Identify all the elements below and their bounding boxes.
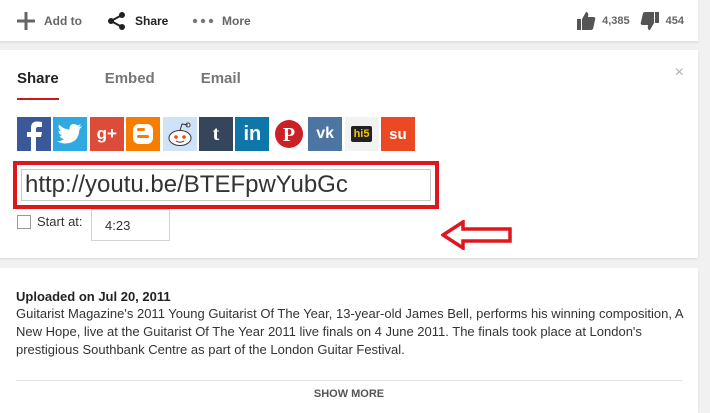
linkedin-icon[interactable]: in bbox=[235, 117, 270, 151]
vk-icon[interactable]: vk bbox=[308, 117, 343, 151]
share-url-input[interactable]: http://youtu.be/BTEFpwYubGc bbox=[21, 169, 431, 201]
thumbs-up-icon bbox=[577, 12, 596, 30]
facebook-icon[interactable] bbox=[17, 117, 51, 151]
description-text: Guitarist Magazine's 2011 Young Guitaris… bbox=[16, 306, 683, 357]
twitter-icon[interactable] bbox=[53, 117, 88, 151]
google-plus-icon[interactable]: g+ bbox=[89, 117, 124, 151]
blogger-icon[interactable] bbox=[126, 117, 161, 151]
social-share-icons: g+ t in P vk hi5 su bbox=[17, 117, 417, 151]
plus-icon bbox=[17, 12, 35, 30]
show-more-button[interactable]: SHOW MORE bbox=[0, 388, 698, 400]
start-at-label: Start at: bbox=[37, 214, 83, 229]
more-label: More bbox=[222, 14, 251, 28]
like-button[interactable]: 4,385 bbox=[576, 11, 630, 31]
share-label: Share bbox=[135, 14, 169, 28]
pinterest-icon[interactable]: P bbox=[271, 117, 306, 151]
add-to-button[interactable]: Add to bbox=[16, 0, 82, 42]
dislike-button[interactable]: 454 bbox=[640, 11, 684, 31]
start-at-checkbox[interactable] bbox=[17, 214, 31, 229]
description-divider bbox=[16, 380, 682, 381]
share-icon bbox=[108, 12, 125, 30]
video-description: Uploaded on Jul 20, 2011 Guitarist Magaz… bbox=[0, 268, 698, 413]
stumbleupon-icon[interactable]: su bbox=[380, 117, 415, 151]
share-tabs: Share Embed Email bbox=[17, 70, 287, 100]
add-to-label: Add to bbox=[44, 14, 82, 28]
red-arrow-icon bbox=[441, 220, 512, 250]
more-dots-icon bbox=[192, 18, 214, 24]
hi5-icon[interactable]: hi5 bbox=[344, 117, 379, 151]
tab-share[interactable]: Share bbox=[17, 70, 59, 100]
tab-embed[interactable]: Embed bbox=[105, 70, 155, 100]
share-panel: Share Embed Email × g+ t in P vk hi5 su … bbox=[0, 50, 698, 258]
dislike-count: 454 bbox=[665, 15, 684, 27]
tab-email[interactable]: Email bbox=[201, 70, 241, 100]
share-button[interactable]: Share bbox=[107, 0, 168, 42]
start-at-option: Start at: bbox=[17, 214, 83, 229]
reddit-icon[interactable] bbox=[162, 117, 197, 151]
thumbs-down-icon bbox=[640, 12, 659, 30]
url-highlight-box: http://youtu.be/BTEFpwYubGc bbox=[13, 161, 439, 209]
action-bar: Add to Share More 4,385 454 bbox=[0, 0, 698, 42]
rating-counts: 4,385 454 bbox=[576, 0, 684, 42]
svg-text:P: P bbox=[283, 124, 295, 146]
like-count: 4,385 bbox=[602, 15, 630, 27]
more-button[interactable]: More bbox=[192, 0, 251, 42]
close-icon[interactable]: × bbox=[675, 64, 684, 82]
upload-date: Uploaded on Jul 20, 2011 bbox=[16, 289, 171, 304]
start-time-input[interactable]: 4:23 bbox=[91, 209, 170, 241]
tumblr-icon[interactable]: t bbox=[198, 117, 233, 151]
